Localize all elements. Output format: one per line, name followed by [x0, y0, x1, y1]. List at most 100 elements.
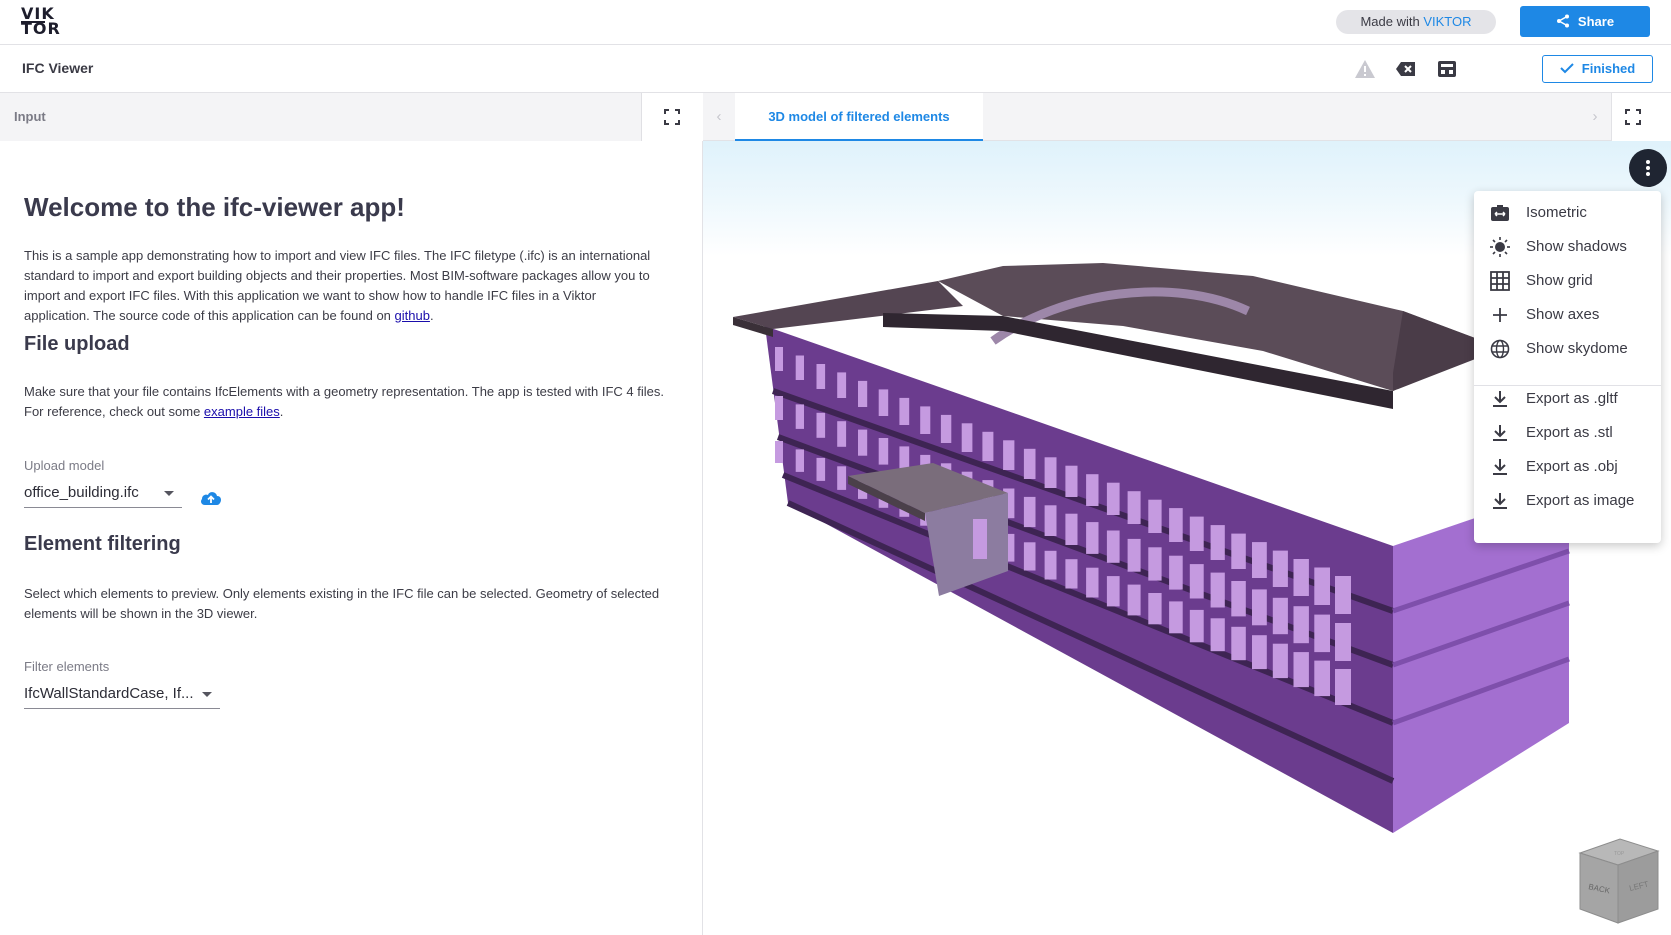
fullscreen-icon[interactable]: [662, 107, 682, 127]
chevron-down-icon: [202, 692, 212, 697]
divider: [641, 93, 642, 141]
roof-front-edge-left: [883, 313, 1003, 331]
window: [1044, 457, 1057, 488]
logo-bar: [21, 21, 45, 23]
warning-icon[interactable]: [1354, 59, 1376, 79]
clear-icon[interactable]: [1395, 59, 1417, 79]
intro-text: This is a sample app demonstrating how t…: [24, 248, 651, 323]
window: [816, 412, 826, 438]
viewer-options-menu: Isometric Show shadows Show grid Show ax…: [1474, 191, 1661, 543]
window: [1335, 623, 1351, 661]
window: [1044, 550, 1057, 580]
input-tab[interactable]: Input: [14, 109, 46, 124]
element-filtering-title: Element filtering: [24, 533, 181, 555]
filter-elements-select[interactable]: IfcWallStandardCase, If...: [24, 681, 220, 709]
cloud-upload-icon[interactable]: [199, 488, 223, 508]
window: [1231, 533, 1246, 569]
share-button[interactable]: Share: [1520, 6, 1650, 37]
window: [795, 355, 804, 380]
window: [899, 397, 910, 425]
window: [1127, 584, 1141, 616]
upload-model-select[interactable]: office_building.ifc: [24, 480, 182, 508]
tab-next-button[interactable]: ›: [1579, 93, 1611, 141]
window: [1065, 465, 1078, 497]
menu-item-show-grid[interactable]: Show grid: [1474, 264, 1661, 298]
window: [795, 404, 804, 429]
window: [1231, 581, 1246, 617]
window: [1086, 474, 1099, 506]
dot: [1646, 166, 1650, 170]
viewer-tab-bar: ‹ 3D model of filtered elements ›: [703, 93, 1671, 141]
menu-label: Isometric: [1526, 204, 1587, 221]
window: [837, 421, 847, 447]
dot: [1646, 160, 1650, 164]
window: [1106, 530, 1120, 563]
archive-icon[interactable]: [1436, 59, 1458, 79]
window: [982, 431, 994, 461]
finished-label: Finished: [1581, 61, 1636, 76]
app-title: IFC Viewer: [22, 60, 94, 76]
window: [775, 396, 783, 420]
menu-label: Show skydome: [1526, 340, 1628, 357]
menu-item-show-skydome[interactable]: Show skydome: [1474, 332, 1661, 366]
window: [1314, 567, 1330, 605]
grid-icon: [1490, 271, 1510, 291]
more-options-button[interactable]: [1629, 149, 1667, 187]
window: [1189, 564, 1204, 599]
github-link[interactable]: github: [395, 308, 430, 323]
roof-right-top: [1393, 311, 1483, 391]
menu-label: Export as .obj: [1526, 458, 1618, 475]
menu-label: Export as image: [1526, 492, 1635, 509]
fullscreen-icon[interactable]: [1623, 107, 1643, 127]
window: [1065, 513, 1078, 545]
menu-label: Export as .gltf: [1526, 390, 1618, 407]
menu-item-export-gltf[interactable]: Export as .gltf: [1474, 382, 1661, 416]
navigation-cube[interactable]: BACK LEFT TOP: [1570, 835, 1662, 927]
menu-item-show-axes[interactable]: Show axes: [1474, 298, 1661, 332]
menu-item-show-shadows[interactable]: Show shadows: [1474, 230, 1661, 264]
menu-label: Export as .stl: [1526, 424, 1613, 441]
input-panel-header: Input: [0, 93, 703, 141]
element-filtering-paragraph: Select which elements to preview. Only e…: [24, 586, 660, 621]
menu-label: Show axes: [1526, 306, 1600, 323]
window: [816, 457, 826, 481]
window: [1252, 589, 1267, 626]
finished-button[interactable]: Finished: [1542, 55, 1653, 83]
menu-label: Show grid: [1526, 272, 1593, 289]
window: [1272, 643, 1288, 679]
window: [1086, 522, 1099, 554]
dot: [1646, 172, 1650, 176]
window: [1210, 618, 1225, 652]
window: [1148, 547, 1162, 581]
made-with-badge[interactable]: Made with VIKTOR: [1336, 10, 1496, 34]
tab-3d-model[interactable]: 3D model of filtered elements: [735, 93, 983, 141]
window: [1086, 567, 1099, 598]
file-upload-paragraph: Make sure that your file contains IfcEle…: [24, 382, 664, 422]
window: [858, 429, 868, 456]
made-with-brand: VIKTOR: [1423, 14, 1472, 29]
filter-elements-value: IfcWallStandardCase, If...: [24, 685, 194, 702]
menu-item-isometric[interactable]: Isometric: [1474, 196, 1661, 230]
window: [1044, 505, 1057, 536]
window: [816, 364, 826, 389]
window: [837, 372, 847, 398]
3d-viewport[interactable]: Isometric Show shadows Show grid Show ax…: [703, 141, 1671, 935]
menu-item-export-image[interactable]: Export as image: [1474, 484, 1661, 518]
entrance-door: [973, 519, 987, 559]
window: [1335, 576, 1351, 614]
viktor-logo[interactable]: VIK TOR: [21, 6, 63, 40]
plus-icon: [1493, 308, 1507, 322]
window: [1314, 660, 1330, 697]
window: [1148, 593, 1162, 625]
tab-prev-button[interactable]: ‹: [703, 93, 735, 141]
example-files-link[interactable]: example files: [204, 404, 280, 419]
window: [1148, 499, 1162, 533]
window: [1272, 550, 1288, 587]
menu-item-export-obj[interactable]: Export as .obj: [1474, 450, 1661, 484]
window: [920, 406, 931, 434]
window: [961, 423, 973, 452]
menu-item-export-stl[interactable]: Export as .stl: [1474, 416, 1661, 450]
window: [1065, 559, 1078, 589]
navcube-top-label: TOP: [1614, 851, 1625, 857]
window: [1169, 601, 1183, 634]
